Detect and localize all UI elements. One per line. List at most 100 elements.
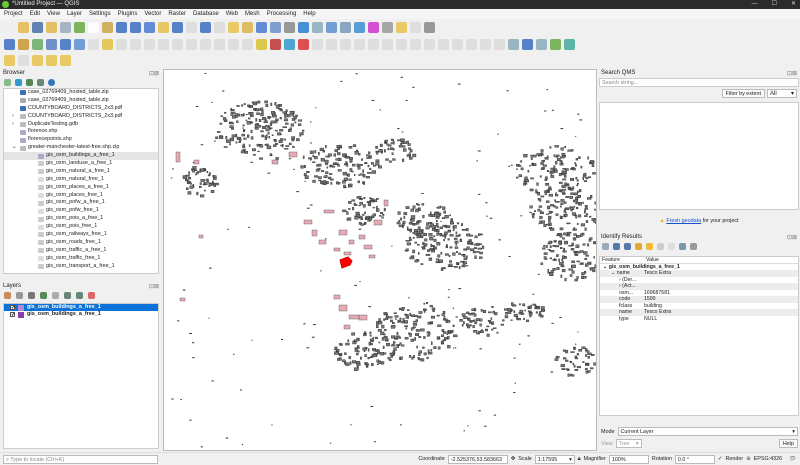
building-feature[interactable] [489,321,493,324]
building-feature[interactable] [396,345,399,348]
building-feature[interactable] [453,237,458,240]
toolbar-tool-icon[interactable] [102,22,113,33]
building-feature[interactable] [549,272,554,276]
building-feature[interactable] [400,76,403,78]
building-feature[interactable] [535,311,538,314]
building-feature[interactable] [246,121,251,125]
building-feature[interactable] [250,136,254,140]
building-feature[interactable] [468,317,471,321]
building-feature[interactable] [318,163,322,167]
building-feature[interactable] [478,233,481,236]
building-feature[interactable] [542,247,546,250]
building-feature[interactable] [391,335,395,339]
building-feature[interactable] [544,193,547,196]
building-feature[interactable] [476,160,478,162]
building-feature[interactable] [548,210,552,214]
building-feature[interactable] [587,176,591,179]
building-feature[interactable] [470,248,475,252]
building-feature[interactable] [593,219,598,223]
building-feature[interactable] [529,188,534,192]
building-feature[interactable] [555,245,560,248]
building-feature[interactable] [562,261,564,263]
toolbar-tool-icon[interactable] [116,22,127,33]
building-feature[interactable] [548,215,552,219]
building-feature[interactable] [177,320,180,322]
building-feature[interactable] [560,156,565,159]
building-feature[interactable] [371,162,374,165]
building-feature-selected-layer[interactable] [368,254,376,259]
building-feature[interactable] [364,354,367,358]
building-feature[interactable] [405,248,409,251]
toolbar-tool-icon[interactable] [242,22,253,33]
building-feature[interactable] [572,199,576,203]
building-feature[interactable] [337,357,340,361]
building-feature[interactable] [302,155,305,159]
building-feature[interactable] [543,224,547,227]
building-feature[interactable] [585,177,589,180]
building-feature[interactable] [364,346,368,349]
building-feature[interactable] [372,336,375,340]
building-feature[interactable] [450,218,453,221]
building-feature[interactable] [424,238,428,242]
browser-item[interactable]: ⌄ greater-manchester-latest-free.shp.zip [4,144,158,152]
building-feature[interactable] [354,151,359,155]
building-feature[interactable] [454,347,457,349]
building-feature[interactable] [284,115,287,118]
building-feature[interactable] [579,250,584,253]
qms-search-input[interactable]: Search string... [599,78,799,87]
building-feature[interactable] [545,244,548,248]
building-feature[interactable] [400,217,402,221]
building-feature[interactable] [554,145,559,148]
building-feature[interactable] [426,222,429,226]
building-feature[interactable] [342,171,348,176]
building-feature[interactable] [529,205,533,209]
identified-feature-highlight[interactable] [339,256,353,269]
building-feature[interactable] [543,252,548,255]
building-feature[interactable] [564,201,567,204]
building-feature[interactable] [414,241,417,244]
toolbar-tool-icon[interactable] [60,55,71,66]
building-feature[interactable] [412,205,416,209]
building-feature[interactable] [591,267,596,270]
building-feature[interactable] [474,321,478,325]
building-feature[interactable] [269,153,272,156]
building-feature[interactable] [550,175,555,178]
expand-all-icon[interactable] [613,243,620,250]
building-feature[interactable] [457,83,461,85]
building-feature[interactable] [397,321,400,323]
building-feature[interactable] [430,243,433,248]
browser-item[interactable]: gis_osm_pois_free_1 [4,223,158,231]
toolbar-tool-icon[interactable] [396,39,407,50]
identify-options-icon[interactable] [679,243,686,250]
browser-item[interactable]: gis_osm_buildings_a_free_1 [4,152,158,161]
building-feature[interactable] [238,141,242,143]
building-feature[interactable] [517,165,522,167]
building-feature[interactable] [473,313,477,317]
building-feature[interactable] [513,357,516,359]
building-feature[interactable] [443,331,446,334]
building-feature[interactable] [372,213,376,217]
building-feature[interactable] [303,173,307,177]
building-feature[interactable] [576,276,579,279]
building-feature[interactable] [570,351,575,353]
building-feature[interactable] [417,315,422,319]
building-feature[interactable] [537,306,541,310]
building-feature[interactable] [292,145,295,148]
building-feature[interactable] [293,168,295,170]
building-feature[interactable] [383,149,386,153]
building-feature[interactable] [270,120,275,124]
building-feature[interactable] [584,210,586,214]
building-feature[interactable] [593,256,595,259]
toolbar-tool-icon[interactable] [354,22,365,33]
building-feature[interactable] [296,138,300,142]
building-feature[interactable] [579,263,584,265]
building-feature[interactable] [572,186,575,190]
toolbar-tool-icon[interactable] [228,39,239,50]
building-feature[interactable] [409,229,412,233]
extents-toggle-icon[interactable]: ✥ [511,456,516,462]
identify-row[interactable]: type NULL [600,316,798,323]
building-feature-selected-layer[interactable] [333,247,341,252]
building-feature[interactable] [410,338,414,342]
minimize-button[interactable]: — [752,0,758,9]
building-feature[interactable] [257,100,261,104]
